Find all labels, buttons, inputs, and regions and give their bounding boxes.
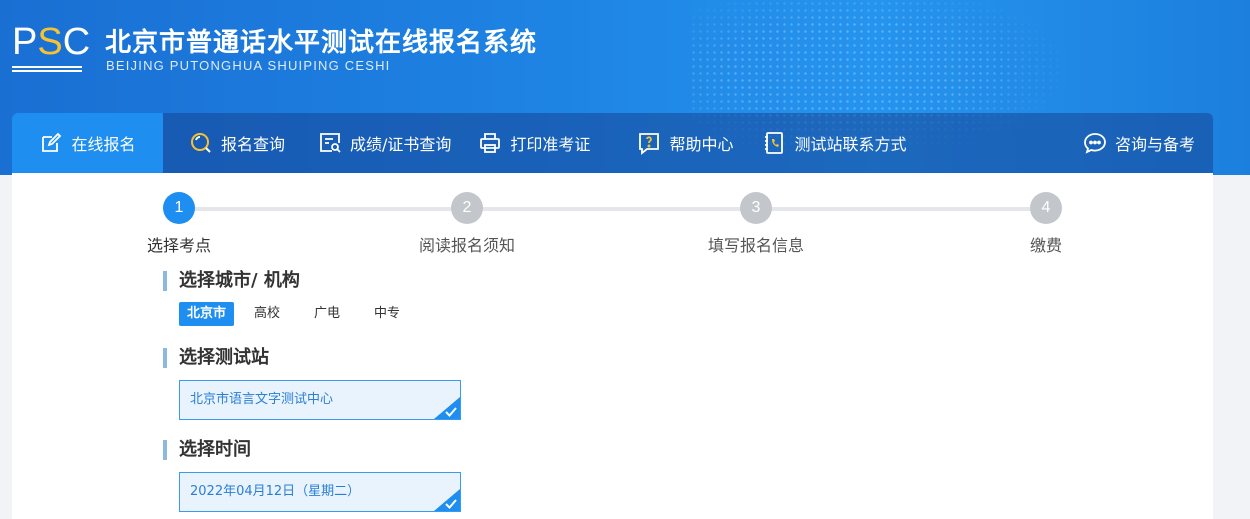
site-title: 北京市普通话水平测试在线报名系统 bbox=[105, 28, 538, 58]
main-nav: 在线报名 报名查询 成绩/证书查询 打印准考证 帮助中心 测试站联系方式 咨询与… bbox=[12, 113, 1213, 173]
step-number: 4 bbox=[1030, 192, 1062, 224]
site-subtitle: BEIJING PUTONGHUA SHUIPING CESHI bbox=[106, 58, 391, 73]
chat-icon bbox=[1084, 133, 1106, 154]
station-option-selected[interactable]: 北京市语言文字测试中心 bbox=[179, 380, 461, 420]
time-option-label: 2022年04月12日（星期二） bbox=[190, 484, 361, 499]
time-section-title: 选择时间 bbox=[163, 440, 251, 460]
city-tab-university[interactable]: 高校 bbox=[246, 302, 288, 326]
nav-label: 帮助中心 bbox=[669, 135, 734, 154]
nav-register-query[interactable]: 报名查询 bbox=[189, 113, 285, 173]
city-tab-vocational[interactable]: 中专 bbox=[366, 302, 408, 326]
step-number: 1 bbox=[163, 192, 195, 224]
nav-help-center[interactable]: 帮助中心 bbox=[637, 113, 733, 173]
nav-label: 成绩/证书查询 bbox=[350, 135, 452, 154]
logo-letters: PSC bbox=[12, 21, 91, 63]
search-icon bbox=[191, 133, 211, 153]
nav-score-certificate-query[interactable]: 成绩/证书查询 bbox=[318, 113, 451, 173]
nav-station-contacts[interactable]: 测试站联系方式 bbox=[762, 113, 906, 173]
nav-label: 咨询与备考 bbox=[1114, 135, 1195, 154]
step-number: 3 bbox=[740, 192, 772, 224]
nav-label: 打印准考证 bbox=[510, 135, 591, 154]
step-4: 4 缴费 bbox=[976, 192, 1116, 256]
step-number: 2 bbox=[451, 192, 483, 224]
edit-icon bbox=[42, 132, 62, 152]
check-icon bbox=[445, 407, 457, 417]
step-2: 2 阅读报名须知 bbox=[397, 192, 537, 256]
step-3: 3 填写报名信息 bbox=[686, 192, 826, 256]
time-option-selected[interactable]: 2022年04月12日（星期二） bbox=[179, 472, 461, 512]
nav-consult-prep[interactable]: 咨询与备考 bbox=[1083, 113, 1195, 173]
progress-track bbox=[178, 207, 1046, 211]
nav-label: 报名查询 bbox=[221, 135, 286, 154]
nav-online-register[interactable]: 在线报名 bbox=[12, 113, 163, 173]
nav-print-admission[interactable]: 打印准考证 bbox=[478, 113, 590, 173]
certificate-search-icon bbox=[320, 133, 341, 153]
logo-underline bbox=[12, 66, 82, 72]
site-header: PSC 北京市普通话水平测试在线报名系统 BEIJING PUTONGHUA S… bbox=[0, 0, 1250, 175]
phone-book-icon bbox=[765, 132, 784, 154]
city-tab-beijing[interactable]: 北京市 bbox=[179, 302, 235, 326]
nav-label: 在线报名 bbox=[71, 135, 136, 154]
psc-logo[interactable]: PSC bbox=[12, 22, 90, 74]
city-tabs: 北京市 高校 广电 中专 bbox=[179, 302, 426, 326]
step-label: 缴费 bbox=[1029, 236, 1062, 255]
step-label: 阅读报名须知 bbox=[418, 236, 515, 255]
step-1: 1 选择考点 bbox=[109, 192, 249, 256]
step-label: 选择考点 bbox=[146, 236, 211, 255]
city-section-title: 选择城市/ 机构 bbox=[163, 271, 300, 291]
city-tab-broadcast[interactable]: 广电 bbox=[306, 302, 348, 326]
printer-icon bbox=[480, 133, 501, 153]
step-label: 填写报名信息 bbox=[707, 236, 804, 255]
check-icon bbox=[445, 499, 457, 509]
station-option-label: 北京市语言文字测试中心 bbox=[190, 392, 334, 407]
help-icon bbox=[639, 133, 660, 155]
nav-label: 测试站联系方式 bbox=[794, 135, 907, 154]
station-section-title: 选择测试站 bbox=[163, 348, 269, 368]
